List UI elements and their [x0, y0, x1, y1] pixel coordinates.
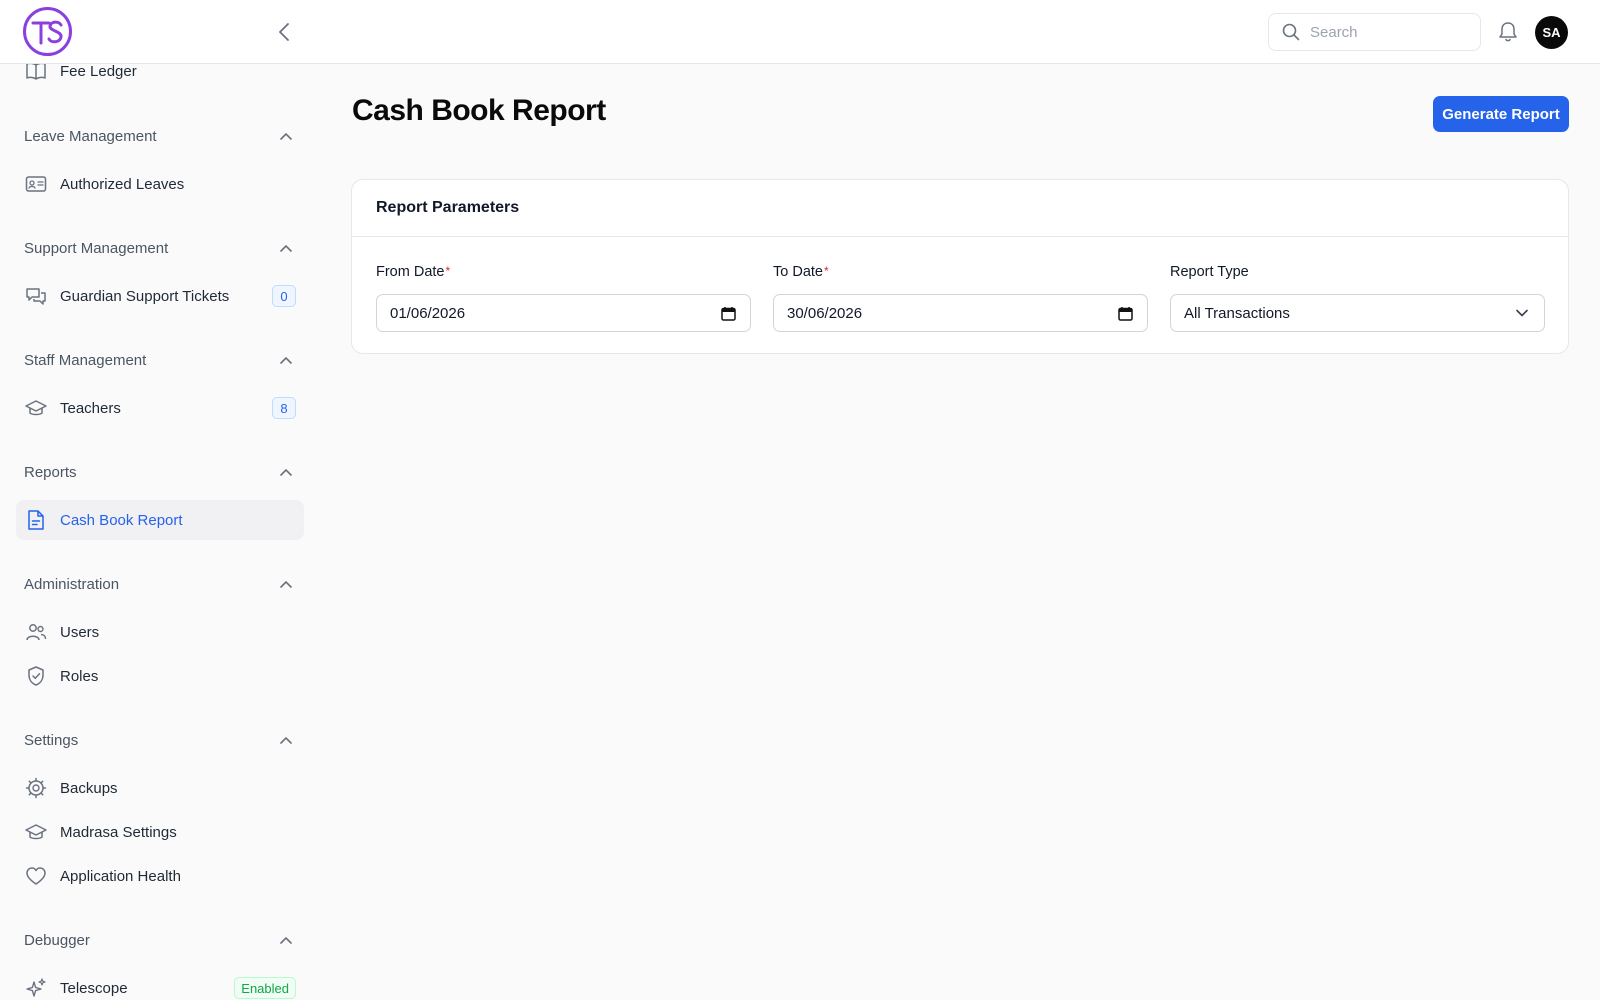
chevron-up-icon [278, 352, 294, 368]
sidebar-item-label: Roles [60, 667, 99, 685]
sidebar-item-label: Fee Ledger [60, 64, 137, 80]
calendar-icon[interactable] [1116, 304, 1134, 322]
search-box[interactable] [1268, 13, 1481, 51]
to-date-field: To Date* 30/06/2026 [773, 264, 1148, 332]
app-logo[interactable] [23, 7, 72, 56]
count-badge: 0 [272, 285, 296, 307]
sidebar-item-label: Telescope [60, 979, 128, 997]
card-title: Report Parameters [376, 199, 520, 216]
collapse-sidebar-button[interactable] [272, 18, 296, 46]
sidebar-item-cash-book-report[interactable]: Cash Book Report [16, 500, 304, 540]
from-date-value: 01/06/2026 [390, 304, 466, 322]
group-label: Reports [24, 463, 77, 481]
chevron-up-icon [278, 576, 294, 592]
sidebar-item-teachers[interactable]: Teachers 8 [16, 388, 304, 428]
sidebar-item-fee-ledger[interactable]: Fee Ledger [16, 64, 304, 91]
search-input[interactable] [1310, 23, 1470, 41]
required-marker: * [445, 264, 451, 278]
from-date-field: From Date* 01/06/2026 [376, 264, 751, 332]
graduation-cap-icon [24, 820, 48, 844]
report-type-select[interactable]: All Transactions [1170, 294, 1545, 332]
to-date-label: To Date* [773, 264, 829, 280]
report-type-field: Report Type All Transactions [1170, 264, 1545, 332]
group-reports[interactable]: Reports [24, 460, 294, 484]
sidebar-item-madrasa-settings[interactable]: Madrasa Settings [16, 812, 304, 852]
user-avatar[interactable]: SA [1535, 16, 1568, 49]
group-label: Settings [24, 731, 79, 749]
generate-report-button[interactable]: Generate Report [1433, 96, 1569, 132]
chat-bubbles-icon [24, 284, 48, 308]
top-bar: SA [0, 0, 1600, 64]
notifications-button[interactable] [1496, 20, 1520, 44]
to-date-value: 30/06/2026 [787, 304, 863, 322]
heart-icon [24, 864, 48, 888]
chevron-up-icon [278, 732, 294, 748]
document-icon [24, 508, 48, 532]
sidebar-item-guardian-support-tickets[interactable]: Guardian Support Tickets 0 [16, 276, 304, 316]
sidebar: Fee Ledger Leave Management Authorized L… [0, 64, 312, 1000]
group-support-management[interactable]: Support Management [24, 236, 294, 260]
chevron-left-icon [279, 23, 289, 41]
from-date-label: From Date* [376, 264, 451, 280]
report-type-label: Report Type [1170, 264, 1249, 280]
sidebar-item-telescope[interactable]: Telescope Enabled [16, 968, 304, 1000]
bell-icon [1499, 22, 1517, 42]
report-type-value: All Transactions [1184, 304, 1290, 322]
sidebar-item-label: Authorized Leaves [60, 175, 185, 193]
chevron-up-icon [278, 128, 294, 144]
page-title: Cash Book Report [352, 94, 606, 127]
sidebar-item-label: Users [60, 623, 100, 641]
id-card-icon [24, 172, 48, 196]
logo-mark [31, 20, 62, 44]
calendar-icon[interactable] [719, 304, 737, 322]
card-header: Report Parameters [352, 180, 1568, 237]
sidebar-item-label: Cash Book Report [60, 511, 183, 529]
group-label: Administration [24, 575, 120, 593]
group-staff-management[interactable]: Staff Management [24, 348, 294, 372]
graduation-cap-icon [24, 396, 48, 420]
sparkles-icon [24, 976, 48, 1000]
group-debugger[interactable]: Debugger [24, 928, 294, 952]
group-label: Support Management [24, 239, 169, 257]
chevron-up-icon [278, 464, 294, 480]
sidebar-item-label: Guardian Support Tickets [60, 287, 230, 305]
sidebar-item-authorized-leaves[interactable]: Authorized Leaves [16, 164, 304, 204]
sidebar-item-label: Teachers [60, 399, 121, 417]
users-icon [24, 620, 48, 644]
sidebar-item-label: Backups [60, 779, 118, 797]
search-icon [1282, 23, 1300, 41]
to-date-input[interactable]: 30/06/2026 [773, 294, 1148, 332]
required-marker: * [823, 264, 829, 278]
sidebar-item-application-health[interactable]: Application Health [16, 856, 304, 896]
sidebar-item-label: Madrasa Settings [60, 823, 177, 841]
chevron-up-icon [278, 240, 294, 256]
report-parameters-card: Report Parameters From Date* 01/06/2026 … [351, 179, 1569, 354]
group-label: Debugger [24, 931, 90, 949]
sidebar-item-roles[interactable]: Roles [16, 656, 304, 696]
group-leave-management[interactable]: Leave Management [24, 124, 294, 148]
count-badge: 8 [272, 397, 296, 419]
sidebar-item-label: Application Health [60, 867, 181, 885]
group-administration[interactable]: Administration [24, 572, 294, 596]
status-badge: Enabled [234, 977, 296, 999]
from-date-input[interactable]: 01/06/2026 [376, 294, 751, 332]
group-label: Staff Management [24, 351, 147, 369]
sidebar-item-backups[interactable]: Backups [16, 768, 304, 808]
sidebar-item-users[interactable]: Users [16, 612, 304, 652]
cog-icon [24, 776, 48, 800]
chevron-down-icon [1513, 304, 1531, 322]
shield-check-icon [24, 664, 48, 688]
book-open-icon [24, 64, 48, 83]
chevron-up-icon [278, 932, 294, 948]
group-label: Leave Management [24, 127, 157, 145]
group-settings[interactable]: Settings [24, 728, 294, 752]
